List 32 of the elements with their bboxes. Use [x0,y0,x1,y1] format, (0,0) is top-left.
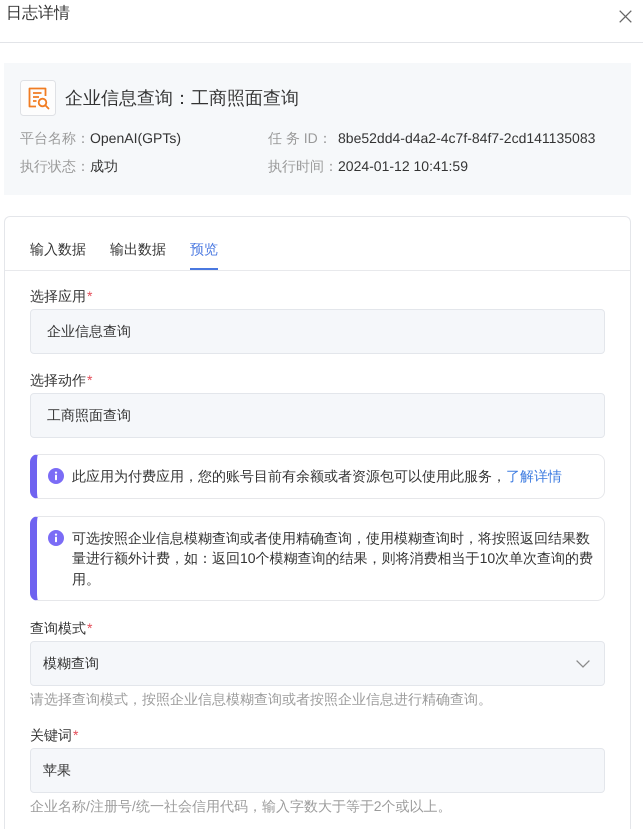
info-icon [48,530,64,546]
field-label: 选择动作* [30,371,94,390]
input-field[interactable]: 苹果 [30,748,605,793]
tab[interactable]: 输出数据 [110,217,166,270]
help-text: 请选择查询模式，按照企业信息模糊查询或者按照企业信息进行精确查询。 [30,690,493,709]
info-value: OpenAI(GPTs) [90,130,182,146]
select-field[interactable]: 模糊查询 [30,641,605,686]
dialog-title: 日志详情 [6,4,70,24]
info-label: 执行状态： [20,157,90,176]
info-value: 2024-01-12 10:41:59 [338,158,468,174]
info-label: 任 务 ID： [268,129,333,148]
tab[interactable]: 预览 [190,217,218,270]
input-field[interactable]: 工商照面查询 [30,393,605,438]
input-field[interactable]: 企业信息查询 [30,309,605,354]
close-button[interactable] [619,10,632,23]
info-icon [48,468,64,484]
info-label: 平台名称： [20,129,90,148]
info-value: 成功 [90,158,118,174]
close-icon [619,10,632,23]
learn-more-link[interactable]: 了解详情 [506,468,562,484]
info-value: 8be52dd4-d4a2-4c7f-84f7-2cd141135083 [338,130,596,146]
chevron-down-icon [576,660,590,668]
help-text: 企业名称/注册号/统一社会信用代码，输入字数大于等于2个或以上。 [30,797,453,816]
document-search-icon [20,80,56,116]
tab[interactable]: 输入数据 [30,217,86,270]
notice-text: 此应用为付费应用，您的账号目前有余额或者资源包可以使用此服务，了解详情 [72,467,562,486]
notice-text: 可选按照企业信息模糊查询或者使用精确查询，使用模糊查询时，将按照返回结果数量进行额外计费，如：返回10个模糊查询的结果，则将消费相当于10次单次查询的费用。 [72,528,594,588]
field-label: 查询模式* [30,619,94,638]
field-label: 选择应用* [30,287,94,306]
info-label: 执行时间： [268,157,338,176]
task-title: 企业信息查询：工商照面查询 [65,87,299,110]
field-label: 关键词* [30,726,80,745]
